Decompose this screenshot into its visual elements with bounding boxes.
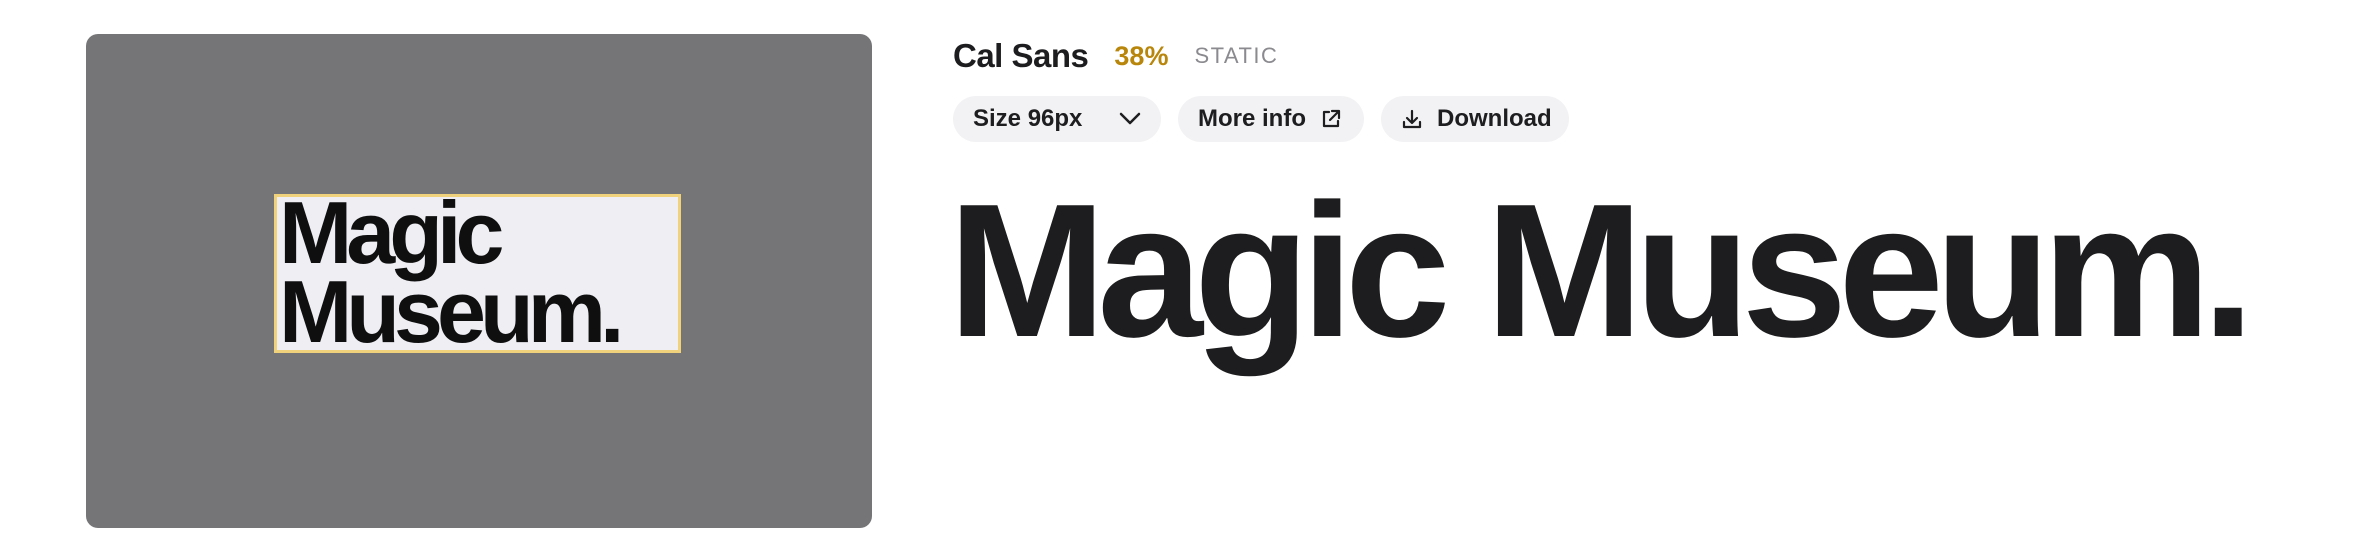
download-icon — [1401, 108, 1423, 130]
preview-text-box: Magic Museum. — [274, 194, 681, 353]
size-select[interactable]: Size 96px — [953, 96, 1161, 142]
download-button[interactable]: Download — [1381, 96, 1569, 142]
match-percent: 38% — [1114, 40, 1169, 71]
font-controls: Size 96px More info Download — [953, 96, 2343, 142]
more-info-label: More info — [1198, 105, 1306, 132]
more-info-button[interactable]: More info — [1178, 96, 1364, 142]
size-select-label: Size 96px — [973, 105, 1083, 132]
font-info-panel: Cal Sans 38% STATIC Size 96px More info … — [953, 36, 2343, 142]
chevron-down-icon — [1119, 112, 1141, 126]
external-link-icon — [1320, 108, 1342, 130]
font-title-row: Cal Sans 38% STATIC — [953, 36, 2343, 76]
font-preview-card: Magic Museum. — [86, 34, 872, 528]
preview-text: Magic Museum. — [279, 194, 624, 353]
font-type-tag: STATIC — [1194, 43, 1279, 68]
font-name: Cal Sans — [953, 37, 1089, 74]
sample-text: Magic Museum. — [948, 165, 2255, 377]
download-label: Download — [1437, 105, 1552, 132]
